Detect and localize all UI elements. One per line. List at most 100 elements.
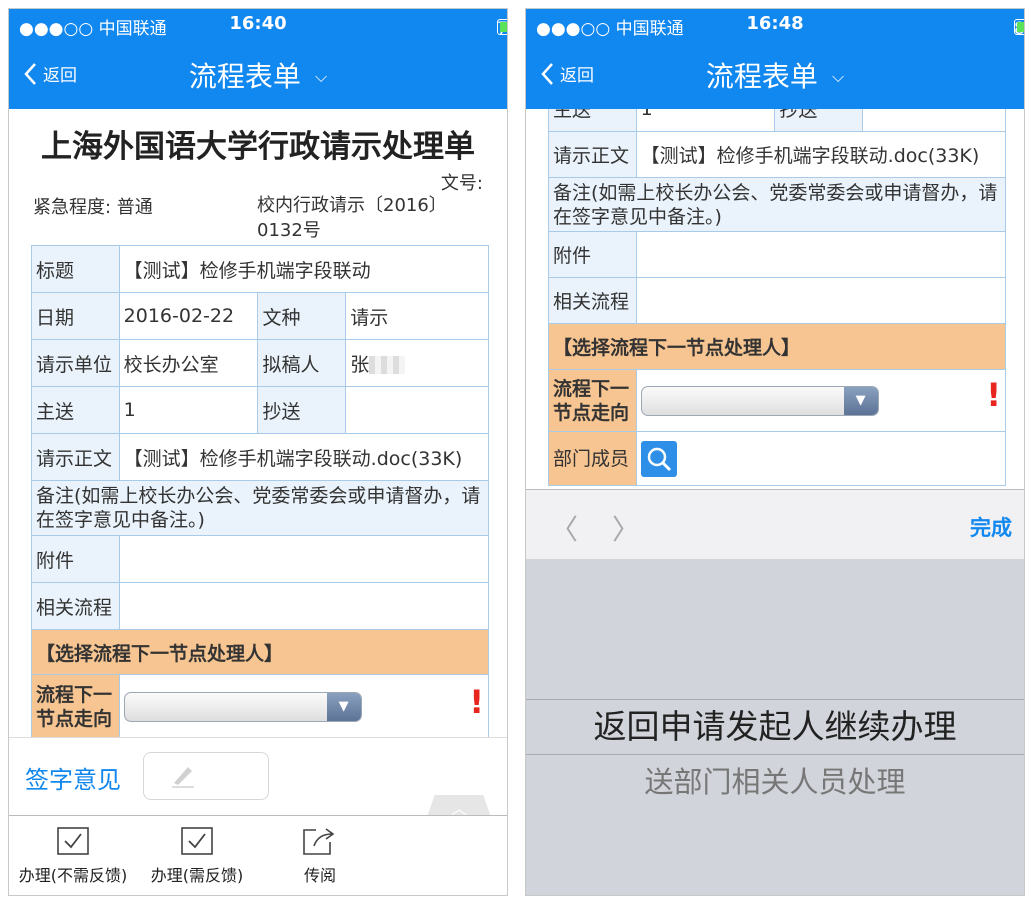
- field-label: 抄送: [257, 386, 347, 434]
- note-text: 备注(如需上校长办公会、党委常委会或申请督办，请在签字意见中备注。): [31, 480, 489, 536]
- document-title: 上海外国语大学行政请示处理单: [41, 129, 475, 165]
- clock: 16:48: [746, 13, 804, 34]
- flow-select[interactable]: ▼: [123, 691, 362, 722]
- table-row: 备注(如需上校长办公会、党委常委会或申请督办，请在签字意见中备注。): [31, 480, 489, 536]
- drafter-name: 张: [350, 353, 370, 376]
- table-row: 部门成员: [548, 431, 1007, 486]
- dropdown-arrow-icon: ▼: [843, 386, 878, 415]
- search-button[interactable]: [640, 440, 677, 477]
- field-value-drafter: 张: [345, 339, 489, 387]
- expand-handle[interactable]: ︿: [427, 795, 491, 817]
- left-screen: ●●●○○ 中国联通 16:40 75% 返回 流程表单⌵ 上海外国语大学行政请…: [8, 8, 508, 896]
- section-header: 【选择流程下一节点处理人】: [31, 629, 489, 675]
- action-label: 办理(需反馈): [150, 866, 244, 885]
- urgency-level: 紧急程度: 普通: [33, 197, 153, 218]
- option-picker[interactable]: 返回申请发起人继续办理 送部门相关人员处理: [526, 559, 1024, 895]
- done-button[interactable]: 完成: [970, 512, 1012, 542]
- nav-bar: 返回 流程表单 ⌵: [526, 39, 1024, 109]
- process-feedback-button[interactable]: 办理(需反馈): [137, 826, 257, 886]
- action-label: 传阅: [303, 866, 336, 885]
- nav-bar: 返回 流程表单 ⌵: [9, 39, 507, 109]
- next-button[interactable]: 〉: [612, 508, 640, 548]
- field-label: 附件: [31, 535, 120, 583]
- nav-title[interactable]: 流程表单 ⌵: [9, 55, 507, 95]
- field-value-unit: 校长办公室: [118, 339, 259, 387]
- attachment-link[interactable]: 【测试】检修手机端字段联动.doc(33K): [118, 433, 490, 481]
- circulate-button[interactable]: 传阅: [285, 826, 355, 886]
- table-row: 备注(如需上校长办公会、党委常委会或申请督办，请在签字意见中备注。): [548, 177, 1006, 232]
- table-row: 请示正文 【测试】检修手机端字段联动.doc(33K): [548, 131, 1007, 178]
- field-label: 流程下一节点走向: [548, 369, 637, 432]
- required-mark: !: [986, 376, 1001, 414]
- clock: 16:40: [229, 13, 287, 34]
- share-icon: [303, 828, 335, 855]
- action-label: 办理(不需反馈): [18, 866, 128, 885]
- sign-input[interactable]: [143, 752, 269, 800]
- flow-select[interactable]: ▼: [640, 385, 879, 416]
- nav-title-text: 流程表单: [705, 60, 818, 93]
- pencil-icon: [172, 767, 194, 788]
- table-row: 流程下一节点走向 ▼ !: [548, 369, 1007, 432]
- process-no-feedback-button[interactable]: 办理(不需反馈): [13, 826, 133, 886]
- chevron-down-icon: ⌵: [831, 67, 845, 86]
- field-label: 流程下一节点走向: [31, 674, 120, 739]
- nav-title-text: 流程表单: [188, 60, 301, 93]
- doc-number-label: 文号:: [440, 173, 483, 194]
- field-value-related: [118, 582, 490, 630]
- table-row: 标题 【测试】检修手机端字段联动: [31, 245, 490, 293]
- nav-title[interactable]: 流程表单 ⌵: [526, 55, 1024, 95]
- note-text: 备注(如需上校长办公会、党委常委会或申请督办，请在签字意见中备注。): [548, 177, 1006, 232]
- table-row: 请示单位 校长办公室 拟稿人 张: [31, 339, 489, 387]
- table-row: 流程下一节点走向 ▼ !: [31, 674, 490, 739]
- required-mark: !: [469, 683, 484, 721]
- field-label: 标题: [31, 245, 120, 293]
- form-table: 标题 【测试】检修手机端字段联动 日期 2016-02-22 文种 请示 请示单…: [31, 245, 490, 739]
- previous-button[interactable]: 〈: [550, 508, 578, 548]
- search-icon: [647, 447, 671, 471]
- status-bar: ●●●○○ 中国联通 16:48 80%: [526, 9, 1024, 39]
- field-value-date: 2016-02-22: [118, 292, 259, 340]
- dept-member-cell: [635, 431, 1007, 486]
- doc-number: 校内行政请示〔2016〕0132号: [257, 195, 447, 241]
- table-row: 主送 1 抄送: [31, 386, 489, 434]
- field-label: 主送: [31, 386, 120, 434]
- field-value-type: 请示: [345, 292, 489, 340]
- checkbox-icon: [181, 827, 213, 855]
- field-label: 相关流程: [31, 582, 120, 630]
- field-label: 相关流程: [548, 277, 637, 324]
- field-label: 请示单位: [31, 339, 120, 387]
- field-label: 日期: [31, 292, 120, 340]
- table-row: 附件: [31, 535, 490, 583]
- table-row: 请示正文 【测试】检修手机端字段联动.doc(33K): [31, 433, 490, 481]
- field-label: 请示正文: [548, 131, 637, 178]
- field-value-title: 【测试】检修手机端字段联动: [118, 245, 490, 293]
- battery-icon: [497, 19, 507, 35]
- table-row: 附件: [548, 231, 1007, 278]
- field-value-main: 1: [118, 386, 259, 434]
- chevron-down-icon: ⌵: [314, 67, 328, 86]
- dropdown-arrow-icon: ▼: [326, 692, 361, 721]
- field-value-attachments: [635, 231, 1007, 278]
- sign-label[interactable]: 签字意见: [25, 760, 121, 795]
- field-label: 附件: [548, 231, 637, 278]
- redacted-mask: [369, 356, 406, 374]
- field-value-cc: [345, 386, 489, 434]
- status-bar: ●●●○○ 中国联通 16:40 75%: [9, 9, 507, 39]
- table-row: 【选择流程下一节点处理人】: [31, 629, 489, 675]
- right-screen: ●●●○○ 中国联通 16:48 80% 主送 1 抄送 请示正文 【测试】检修…: [525, 8, 1025, 896]
- action-bar: 办理(不需反馈) 办理(需反馈) 传阅: [9, 815, 507, 895]
- field-value-related: [635, 277, 1007, 324]
- flow-select-cell: ▼ !: [118, 674, 490, 739]
- section-header: 【选择流程下一节点处理人】: [548, 323, 1006, 370]
- battery-icon: [1014, 19, 1024, 35]
- field-value-attachments: [118, 535, 490, 583]
- picker-toolbar: 〈 〉 完成: [526, 489, 1024, 559]
- table-row: 相关流程: [31, 582, 490, 630]
- flow-select-cell: ▼ !: [635, 369, 1007, 432]
- attachment-link[interactable]: 【测试】检修手机端字段联动.doc(33K): [635, 131, 1007, 178]
- table-row: 相关流程: [548, 277, 1007, 324]
- field-label: 拟稿人: [257, 339, 347, 387]
- picker-option[interactable]: 送部门相关人员处理: [526, 759, 1024, 801]
- table-row: 【选择流程下一节点处理人】: [548, 323, 1006, 370]
- picker-selected-option[interactable]: 返回申请发起人继续办理: [526, 699, 1024, 755]
